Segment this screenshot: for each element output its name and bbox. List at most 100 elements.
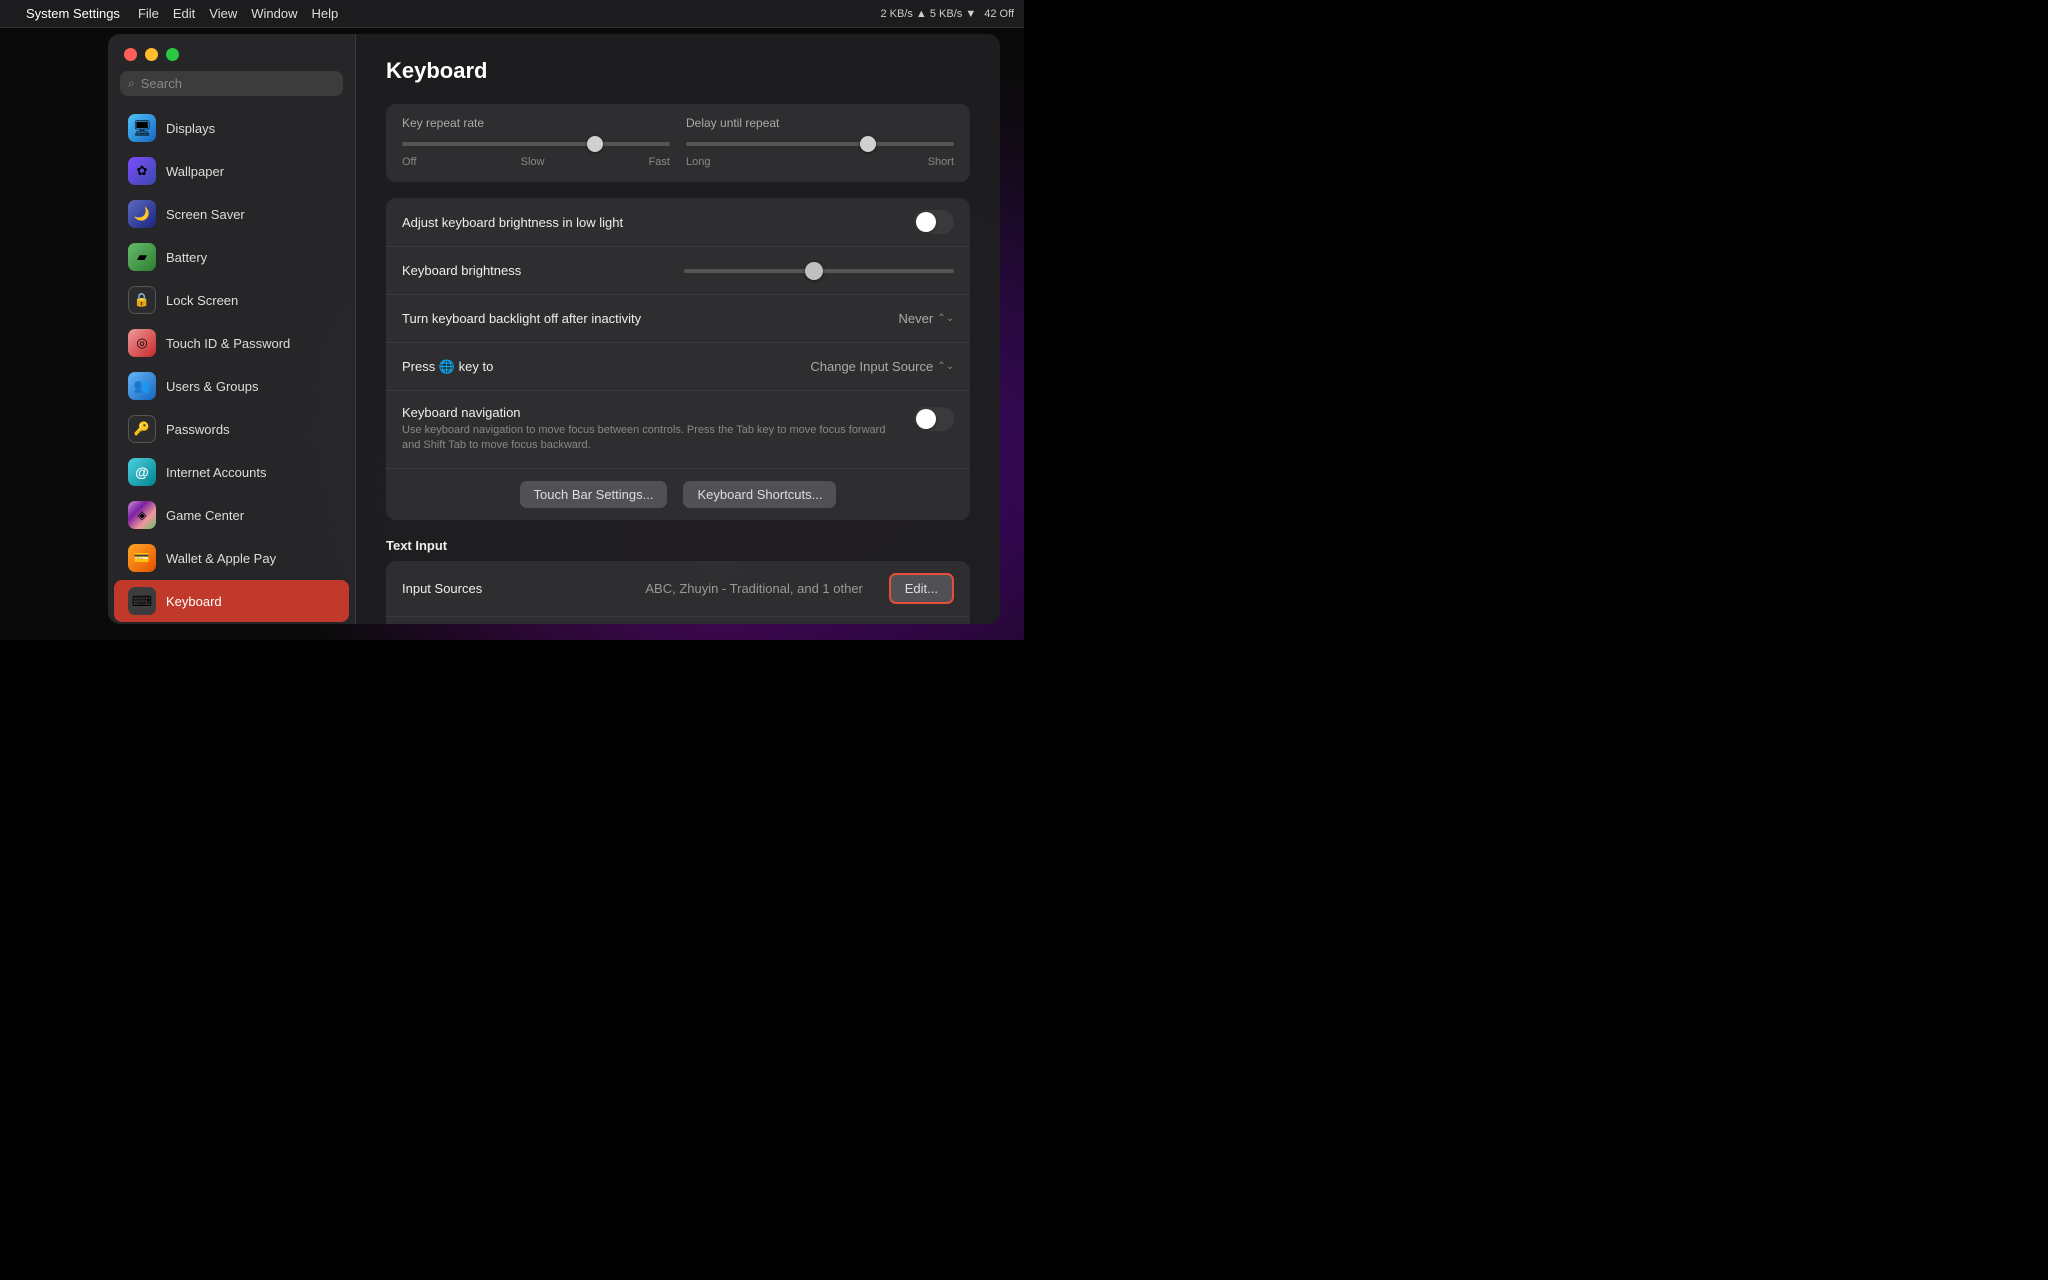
press-key-chevron-icon: ⌃⌄ [937,361,954,372]
edit-button[interactable]: Edit... [889,573,954,604]
adj-brightness-toggle[interactable] [914,210,954,234]
menu-help[interactable]: Help [312,6,339,21]
brightness-card: Adjust keyboard brightness in low light … [386,198,970,520]
keyboard-shortcuts-button[interactable]: Keyboard Shortcuts... [683,481,836,508]
sidebar-item-label: Passwords [166,422,230,437]
titlebar: System Settings File Edit View Window He… [0,0,1024,28]
input-sources-label: Input Sources [402,581,645,596]
delay-thumb[interactable] [860,136,876,152]
sidebar-item-gamecenter[interactable]: ◈ Game Center [114,494,349,536]
close-button[interactable] [124,48,137,61]
sidebar-item-passwords[interactable]: 🔑 Passwords [114,408,349,450]
text-input-section-title: Text Input [386,538,970,553]
text-input-card: Input Sources ABC, Zhuyin - Traditional,… [386,561,970,624]
users-icon: 👥 [128,372,156,400]
backlight-off-dropdown[interactable]: Never ⌃⌄ [899,311,954,326]
minimize-button[interactable] [145,48,158,61]
sidebar-item-users[interactable]: 👥 Users & Groups [114,365,349,407]
sidebar-item-screensaver[interactable]: 🌙 Screen Saver [114,193,349,235]
search-icon: ⌕ [128,76,135,91]
key-repeat-end-labels: Off Slow Fast [402,156,670,168]
menu-view[interactable]: View [209,6,237,21]
internet-icon: @ [128,458,156,486]
keyboard-nav-toggle[interactable] [914,407,954,431]
touch-bar-settings-button[interactable]: Touch Bar Settings... [520,481,668,508]
key-repeat-section: Key repeat rate Off Slow Fast [386,104,970,182]
backlight-off-label: Turn keyboard backlight off after inacti… [402,311,899,326]
zoom-button[interactable] [166,48,179,61]
sidebar-item-label: Wallpaper [166,164,224,179]
key-repeat-left-label: Off [402,156,416,168]
keyboard-nav-label: Keyboard navigation [402,405,898,420]
battery-icon: ▰ [128,243,156,271]
key-repeat-rate-group: Key repeat rate Off Slow Fast [402,116,670,168]
sidebar-item-internet[interactable]: @ Internet Accounts [114,451,349,493]
adj-brightness-knob [916,212,936,232]
sidebar-item-displays[interactable]: 🖥 Displays [114,107,349,149]
system-settings-window: ⌕ 🖥 Displays ✿ Wallpaper 🌙 Screen Saver … [108,34,1000,624]
key-repeat-slider-wrapper[interactable] [402,134,670,154]
sidebar-item-label: Displays [166,121,215,136]
keyboard-brightness-label: Keyboard brightness [402,263,672,278]
input-sources-value: ABC, Zhuyin - Traditional, and 1 other [645,581,888,596]
press-key-row: Press 🌐 key to Change Input Source ⌃⌄ [386,343,970,391]
sidebar-item-touchid[interactable]: ◎ Touch ID & Password [114,322,349,364]
keyboard-nav-row: Keyboard navigation Use keyboard navigat… [386,391,970,469]
main-content: Keyboard Key repeat rate Off Slow [356,34,1000,624]
sidebar-item-wallet[interactable]: 💳 Wallet & Apple Pay [114,537,349,579]
delay-slider-wrapper[interactable] [686,134,954,154]
passwords-icon: 🔑 [128,415,156,443]
sidebar-item-label: Game Center [166,508,244,523]
sidebar-item-lockscreen[interactable]: 🔒 Lock Screen [114,279,349,321]
sidebar-item-trackpad[interactable]: ▭ Trackpad [114,623,349,624]
keyboard-icon: ⌨ [128,587,156,615]
menu-file[interactable]: File [138,6,159,21]
sidebar: ⌕ 🖥 Displays ✿ Wallpaper 🌙 Screen Saver … [108,34,356,624]
keyboard-nav-knob [916,409,936,429]
wallpaper-icon: ✿ [128,157,156,185]
sidebar-item-wallpaper[interactable]: ✿ Wallpaper [114,150,349,192]
delay-repeat-group: Delay until repeat Long Short [686,116,954,168]
menu-bar: File Edit View Window Help [138,6,338,21]
sidebar-item-label: Touch ID & Password [166,336,290,351]
window-controls [108,34,355,71]
menu-window[interactable]: Window [251,6,297,21]
search-box[interactable]: ⌕ [120,71,343,96]
sidebar-item-label: Battery [166,250,207,265]
keyboard-nav-content: Keyboard navigation Use keyboard navigat… [402,405,898,454]
gamecenter-icon: ◈ [128,501,156,529]
keyboard-buttons-row: Touch Bar Settings... Keyboard Shortcuts… [386,469,970,520]
press-key-dropdown[interactable]: Change Input Source ⌃⌄ [810,359,954,374]
chevron-down-icon: ⌃⌄ [937,313,954,324]
sidebar-item-label: Keyboard [166,594,222,609]
app-title: System Settings [26,6,120,21]
brightness-slider[interactable] [684,269,954,273]
network-speed: 2 KB/s ▲ 5 KB/s ▼ [880,8,976,20]
sidebar-item-label: Screen Saver [166,207,245,222]
backlight-off-row: Turn keyboard backlight off after inacti… [386,295,970,343]
sidebar-item-label: Lock Screen [166,293,238,308]
battery-status: 42 Off [984,8,1014,20]
sidebar-item-battery[interactable]: ▰ Battery [114,236,349,278]
key-repeat-mid-label: Slow [521,156,545,168]
titlebar-status-area: 2 KB/s ▲ 5 KB/s ▼ 42 Off [880,8,1014,20]
brightness-thumb[interactable] [805,262,823,280]
touchid-icon: ◎ [128,329,156,357]
key-repeat-rate-label: Key repeat rate [402,116,670,130]
displays-icon: 🖥 [128,114,156,142]
sidebar-item-keyboard[interactable]: ⌨ Keyboard [114,580,349,622]
input-sources-row: Input Sources ABC, Zhuyin - Traditional,… [386,561,970,617]
menu-edit[interactable]: Edit [173,6,195,21]
delay-right-label: Short [928,156,954,168]
press-key-label: Press 🌐 key to [402,359,810,375]
search-input[interactable] [141,76,335,91]
screensaver-icon: 🌙 [128,200,156,228]
sidebar-item-label: Wallet & Apple Pay [166,551,276,566]
delay-left-label: Long [686,156,710,168]
press-key-value: Change Input Source [810,359,933,374]
key-repeat-thumb[interactable] [587,136,603,152]
lockscreen-icon: 🔒 [128,286,156,314]
sidebar-items-list: 🖥 Displays ✿ Wallpaper 🌙 Screen Saver ▰ … [108,106,355,624]
page-title: Keyboard [386,58,970,84]
adj-brightness-row: Adjust keyboard brightness in low light [386,198,970,247]
